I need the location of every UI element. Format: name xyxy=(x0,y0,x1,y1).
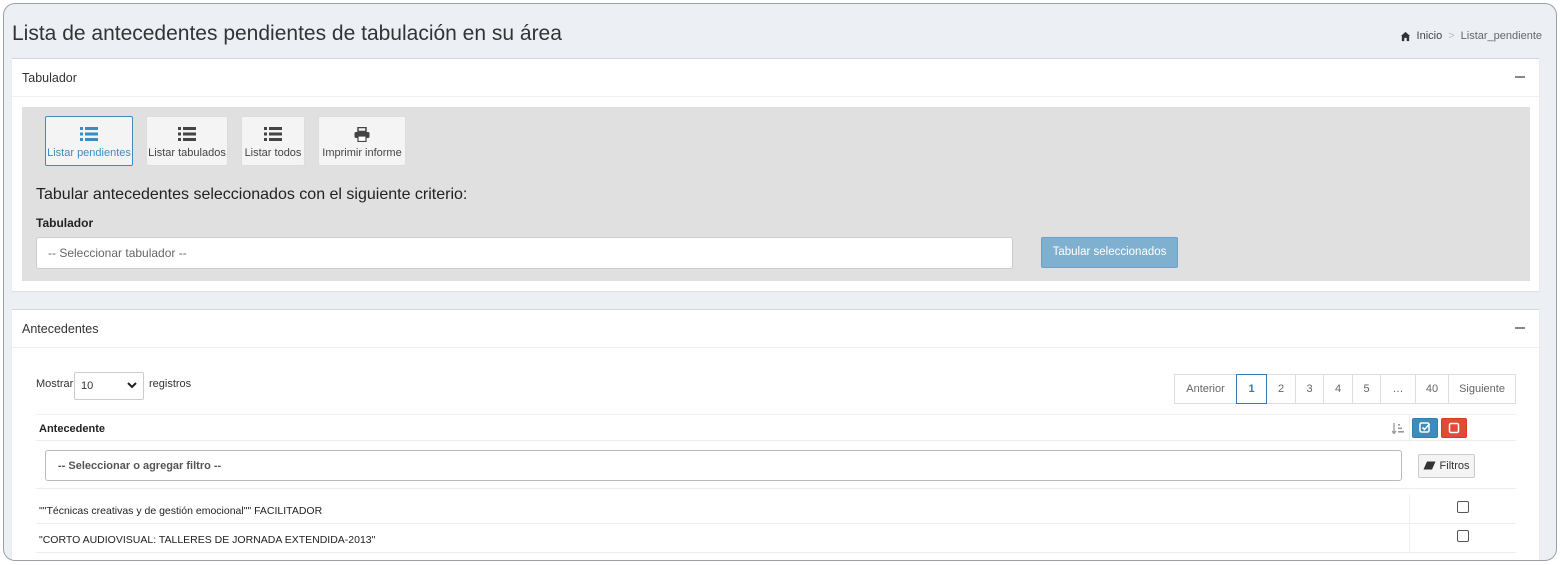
square-icon xyxy=(1448,422,1460,434)
pagination-prev[interactable]: Anterior xyxy=(1174,374,1237,404)
pagination-page[interactable]: 1 xyxy=(1236,374,1267,404)
antecedentes-box-title: Antecedentes xyxy=(22,322,99,336)
column-header-antecedente[interactable]: Antecedente xyxy=(39,423,105,435)
column-divider xyxy=(1409,524,1410,553)
check-square-icon xyxy=(1419,422,1431,433)
listar-todos-label: Listar todos xyxy=(244,147,302,159)
pagination-page[interactable]: 4 xyxy=(1323,374,1353,404)
tabular-seleccionados-button[interactable]: Tabular seleccionados xyxy=(1041,237,1178,268)
filtros-label: Filtros xyxy=(1439,460,1470,472)
content-header: Lista de antecedentes pendientes de tabu… xyxy=(12,20,1542,54)
length-after-label: registros xyxy=(149,378,192,390)
listar-pendientes-button[interactable]: Listar pendientes xyxy=(45,116,133,166)
eraser-icon xyxy=(1423,461,1436,470)
table-row: "CORTO AUDIOVISUAL: TALLERES DE JORNADA … xyxy=(36,524,1516,553)
criteria-heading: Tabular antecedentes seleccionados con e… xyxy=(36,186,468,203)
app-window: Lista de antecedentes pendientes de tabu… xyxy=(3,3,1557,561)
antecedentes-box-header: Antecedentes xyxy=(12,310,1539,348)
sort-icon[interactable] xyxy=(1392,423,1404,434)
collapse-tabulador-button[interactable] xyxy=(1515,76,1525,78)
row-checkbox[interactable] xyxy=(1457,501,1469,513)
collapse-antecedentes-button[interactable] xyxy=(1515,327,1525,329)
table-header: Antecedente xyxy=(36,414,1516,442)
antecedentes-box: Antecedentes Mostrar 10 registros Anteri… xyxy=(12,309,1539,560)
listar-tabulados-label: Listar tabulados xyxy=(148,147,226,159)
tabulador-box-title: Tabulador xyxy=(22,71,77,85)
row-antecedente-text: ""Técnicas creativas y de gestión emocio… xyxy=(39,505,323,517)
home-icon xyxy=(1400,31,1410,41)
table-row: ""Técnicas creativas y de gestión emocio… xyxy=(36,495,1516,524)
tabulador-field-label: Tabulador xyxy=(36,216,94,230)
tabulador-select[interactable]: -- Seleccionar tabulador -- xyxy=(36,237,1013,269)
filtros-button[interactable]: Filtros xyxy=(1418,454,1475,478)
pagination-next[interactable]: Siguiente xyxy=(1448,374,1516,404)
page-length-control: Mostrar 10 registros xyxy=(36,372,191,400)
pagination-page[interactable]: 3 xyxy=(1295,374,1324,404)
listar-pendientes-label: Listar pendientes xyxy=(47,147,131,159)
breadcrumb-current: Listar_pendiente xyxy=(1460,30,1542,42)
tabulador-box-header: Tabulador xyxy=(12,59,1539,97)
breadcrumb: Inicio > Listar_pendiente xyxy=(1400,30,1542,42)
page-length-select[interactable]: 10 xyxy=(74,372,144,400)
list-icon xyxy=(80,127,98,141)
page-length-value: 10 xyxy=(81,380,94,392)
length-before-label: Mostrar xyxy=(36,378,74,390)
imprimir-informe-label: Imprimir informe xyxy=(322,147,402,159)
print-icon xyxy=(354,127,370,142)
column-divider xyxy=(1409,495,1410,524)
chevron-down-icon xyxy=(127,382,137,389)
listar-todos-button[interactable]: Listar todos xyxy=(241,116,305,166)
tabulador-panel: Listar pendientes Listar tabulados Lista… xyxy=(22,107,1530,281)
pagination-page[interactable]: 40 xyxy=(1415,374,1449,404)
filter-select[interactable]: -- Seleccionar o agregar filtro -- xyxy=(45,450,1402,481)
filter-row: -- Seleccionar o agregar filtro -- Filtr… xyxy=(36,441,1516,489)
breadcrumb-home-link[interactable]: Inicio xyxy=(1417,30,1443,42)
breadcrumb-separator: > xyxy=(1448,30,1455,42)
row-antecedente-text: "CORTO AUDIOVISUAL: TALLERES DE JORNADA … xyxy=(39,534,376,546)
list-icon xyxy=(178,127,196,141)
select-all-button[interactable] xyxy=(1412,418,1438,438)
row-checkbox[interactable] xyxy=(1457,530,1469,542)
listar-tabulados-button[interactable]: Listar tabulados xyxy=(146,116,228,166)
imprimir-informe-button[interactable]: Imprimir informe xyxy=(318,116,406,166)
page-title: Lista de antecedentes pendientes de tabu… xyxy=(12,22,562,45)
tabulador-box: Tabulador Listar pendientes Listar tabul… xyxy=(12,58,1539,291)
pagination: Anterior 1 2 3 4 5 … 40 Siguiente xyxy=(1174,374,1516,404)
deselect-all-button[interactable] xyxy=(1441,418,1467,438)
pagination-page[interactable]: 2 xyxy=(1266,374,1296,404)
pagination-ellipsis: … xyxy=(1380,374,1416,404)
pagination-page[interactable]: 5 xyxy=(1352,374,1381,404)
list-icon xyxy=(264,127,282,141)
column-divider xyxy=(1409,415,1410,442)
